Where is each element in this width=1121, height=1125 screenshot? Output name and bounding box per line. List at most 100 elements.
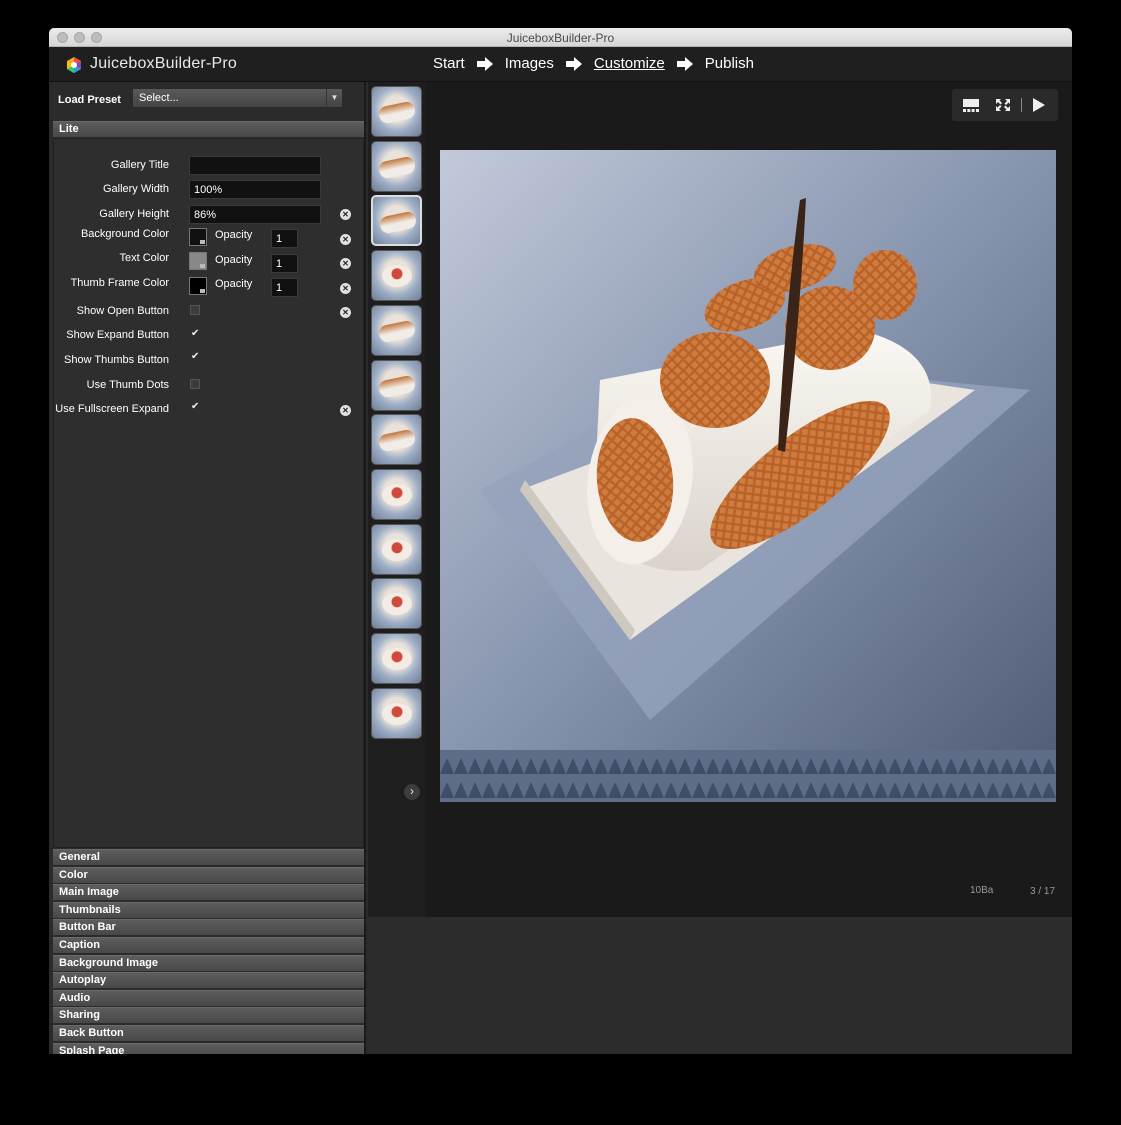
step-images[interactable]: Images <box>505 55 554 72</box>
gallery-height-label: Gallery Height <box>99 208 169 220</box>
image-caption: 10Ba <box>970 885 994 896</box>
section-header-background-image[interactable]: Background Image <box>53 954 364 971</box>
button-divider <box>1021 98 1022 112</box>
thumbnail-item[interactable] <box>371 578 422 630</box>
gallery-width-label: Gallery Width <box>102 183 169 195</box>
background-color-swatch[interactable] <box>189 228 207 246</box>
main-image[interactable] <box>440 150 1056 802</box>
cake-roll-thumb-image <box>377 428 417 453</box>
thumbnail-item[interactable] <box>371 86 422 137</box>
arrow-right-icon <box>676 56 693 71</box>
app-header: JuiceboxBuilder-Pro Start Images Customi… <box>49 47 1072 82</box>
section-header-caption[interactable]: Caption <box>53 937 364 953</box>
cake-roll-thumb-image <box>377 100 417 125</box>
show-expand-button-label: Show Expand Button <box>66 329 169 341</box>
thumbnail-item[interactable] <box>371 359 422 411</box>
section-header-autoplay[interactable]: Autoplay <box>53 972 364 989</box>
bottom-area <box>368 917 1072 1054</box>
section-header-audio[interactable]: Audio <box>53 989 364 1006</box>
clear-icon[interactable]: ✕ <box>340 234 351 245</box>
use-thumb-dots-label: Use Thumb Dots <box>86 379 169 391</box>
section-header-main-image[interactable]: Main Image <box>53 884 364 901</box>
viewer-button-bar <box>952 89 1058 121</box>
show-open-button-checkbox[interactable] <box>190 305 200 315</box>
show-open-button-label: Show Open Button <box>76 305 169 317</box>
step-publish[interactable]: Publish <box>705 55 754 72</box>
gallery-title-field[interactable] <box>189 156 321 175</box>
thumbnail-item[interactable] <box>371 523 422 575</box>
cake-thumb-image <box>382 648 412 670</box>
app-window: JuiceboxBuilder-Pro JuiceboxBuilder-Pro … <box>49 28 1072 1054</box>
lite-settings: Gallery Title Gallery Width 100% Gallery… <box>53 138 364 848</box>
thumbnail-item[interactable] <box>371 414 422 466</box>
thumbnail-item[interactable] <box>371 633 422 684</box>
section-header-back-button[interactable]: Back Button <box>53 1025 364 1041</box>
next-thumbs-icon[interactable]: › <box>404 784 420 800</box>
cake-thumb-image <box>382 538 412 561</box>
gallery-width-field[interactable]: 100% <box>189 180 321 199</box>
thumbnail-strip: › <box>368 82 426 917</box>
clear-icon[interactable]: ✕ <box>340 258 351 269</box>
image-counter: 3 / 17 <box>1030 886 1056 897</box>
juicebox-logo-icon <box>67 57 81 73</box>
show-expand-button-checkbox[interactable]: ✔ <box>190 329 200 339</box>
arrow-right-icon <box>565 56 582 71</box>
step-start[interactable]: Start <box>433 55 465 72</box>
section-header-thumbnails[interactable]: Thumbnails <box>53 901 364 918</box>
section-header-splash-page[interactable]: Splash Page <box>53 1042 364 1054</box>
arrow-right-icon <box>476 56 493 71</box>
gallery-preview: 10Ba 3 / 17 <box>426 82 1072 917</box>
app-brand: JuiceboxBuilder-Pro <box>90 55 237 72</box>
gallery-title-label: Gallery Title <box>110 159 169 171</box>
section-header-lite[interactable]: Lite <box>53 121 364 137</box>
cake-thumb-image <box>382 593 412 616</box>
section-header-color[interactable]: Color <box>53 866 364 883</box>
play-icon[interactable] <box>1031 98 1047 112</box>
text-opacity-field[interactable]: 1 <box>271 254 298 273</box>
gallery-height-field[interactable]: 86% <box>189 205 321 224</box>
expand-icon[interactable] <box>995 98 1011 112</box>
cake-roll-photo <box>440 150 1056 802</box>
clear-icon[interactable]: ✕ <box>340 307 351 318</box>
clear-icon[interactable]: ✕ <box>340 283 351 294</box>
clear-icon[interactable]: ✕ <box>340 209 351 220</box>
use-fullscreen-expand-label: Use Fullscreen Expand <box>55 403 169 415</box>
background-opacity-field[interactable]: 1 <box>271 229 298 248</box>
cake-thumb-image <box>382 483 412 506</box>
thumbnail-item[interactable] <box>371 304 422 356</box>
show-thumbs-button-label: Show Thumbs Button <box>64 354 169 366</box>
cake-thumb-image <box>382 265 412 288</box>
load-preset-value: Select... <box>139 92 179 104</box>
thumbnail-item[interactable] <box>371 140 422 192</box>
use-fullscreen-expand-checkbox[interactable]: ✔ <box>190 402 200 412</box>
cake-roll-thumb-image <box>377 155 417 180</box>
text-opacity-label: Opacity <box>215 254 253 266</box>
thumbnail-item[interactable] <box>371 468 422 520</box>
show-thumbs-button-checkbox[interactable]: ✔ <box>190 352 200 362</box>
thumb-frame-color-swatch[interactable] <box>189 277 207 295</box>
use-thumb-dots-checkbox[interactable] <box>190 379 200 389</box>
workflow-steps: Start Images Customize Publish <box>433 55 754 72</box>
thumbnail-item[interactable] <box>371 195 422 247</box>
text-color-label: Text Color <box>119 252 169 264</box>
clear-icon[interactable]: ✕ <box>340 405 351 416</box>
section-header-button-bar[interactable]: Button Bar <box>53 919 364 936</box>
thumbnails-icon[interactable] <box>963 98 979 112</box>
window-title: JuiceboxBuilder-Pro <box>506 31 615 45</box>
load-preset-select[interactable]: Select... ▼ <box>132 88 343 108</box>
cake-roll-thumb-image <box>377 373 417 399</box>
settings-panel: Load Preset Select... ▼ Lite Gallery Tit… <box>49 82 366 1054</box>
cake-thumb-image <box>382 702 412 725</box>
step-customize[interactable]: Customize <box>594 55 665 72</box>
section-header-general[interactable]: General <box>53 849 364 865</box>
thumb-frame-opacity-field[interactable]: 1 <box>271 278 298 297</box>
background-opacity-label: Opacity <box>215 229 253 241</box>
cake-roll-thumb-image <box>377 319 417 344</box>
thumbnail-item[interactable] <box>371 250 422 302</box>
section-header-sharing[interactable]: Sharing <box>53 1007 364 1024</box>
thumb-frame-color-label: Thumb Frame Color <box>70 277 169 289</box>
thumbnail-item[interactable] <box>371 687 422 739</box>
title-bar: JuiceboxBuilder-Pro <box>49 28 1072 47</box>
text-color-swatch[interactable] <box>189 252 207 270</box>
thumb-frame-opacity-label: Opacity <box>215 278 253 290</box>
